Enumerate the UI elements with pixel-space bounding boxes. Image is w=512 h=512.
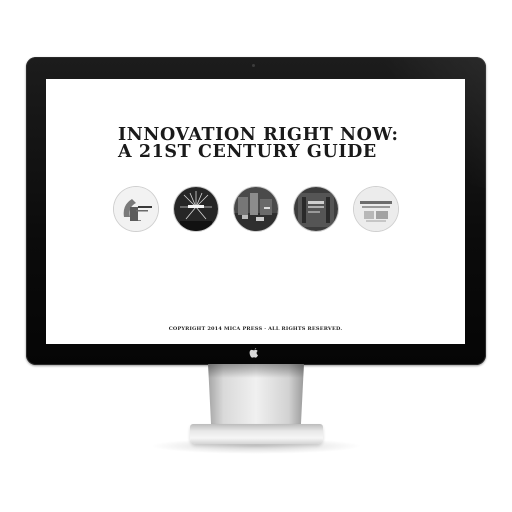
camera-icon (252, 64, 255, 67)
website-screen: INNOVATION RIGHT NOW: A 21ST CENTURY GUI… (46, 79, 465, 344)
page-title-line-2: A 21ST CENTURY GUIDE (118, 142, 377, 162)
street-scene-thumbnail[interactable] (234, 187, 278, 231)
monitor-stand-base (190, 424, 323, 444)
monitor-bezel: INNOVATION RIGHT NOW: A 21ST CENTURY GUI… (26, 57, 486, 365)
building-facade-thumbnail[interactable] (294, 187, 338, 231)
page-title: INNOVATION RIGHT NOW: A 21ST CENTURY GUI… (118, 126, 399, 162)
stage: INNOVATION RIGHT NOW: A 21ST CENTURY GUI… (0, 0, 512, 512)
introduction-thumbnail[interactable] (114, 187, 158, 231)
stand-shadow (208, 364, 304, 378)
copyright-footer: COPYRIGHT 2014 MICA PRESS · ALL RIGHTS R… (168, 326, 343, 332)
apple-icon (247, 346, 261, 360)
fireworks-thumbnail[interactable] (174, 187, 218, 231)
product-collage-thumbnail[interactable] (354, 187, 398, 231)
